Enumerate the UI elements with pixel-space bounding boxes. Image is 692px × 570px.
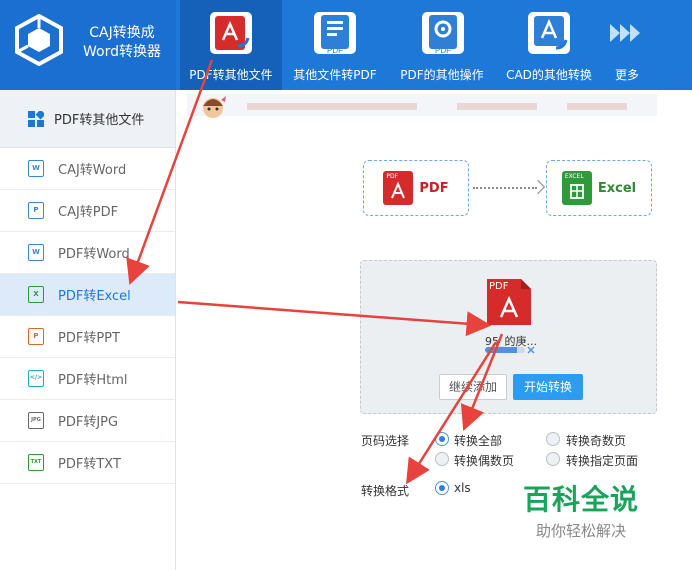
nav-label: PDF转其他文件	[189, 68, 273, 82]
radio-convert-even[interactable]	[435, 452, 449, 466]
nav-pdf-other-ops[interactable]: PDF PDF的其他操作	[388, 0, 496, 90]
radio-format-xls[interactable]	[435, 481, 449, 495]
word-file-icon: W	[28, 160, 44, 177]
sidebar-item-label: CAJ转Word	[58, 163, 127, 178]
sidebar-item-label: PDF转Word	[58, 247, 130, 262]
svg-text:PDF: PDF	[435, 46, 451, 55]
sidebar-item-pdf-to-html[interactable]: </> PDF转Html	[0, 358, 175, 400]
radio-convert-odd-label: 转换奇数页	[566, 434, 627, 448]
svg-text:PDF: PDF	[327, 46, 343, 55]
word-file-icon: W	[28, 244, 44, 261]
sidebar-item-label: PDF转TXT	[58, 457, 121, 472]
ppt-file-icon: P	[28, 328, 44, 345]
nav-label: 其他文件转PDF	[293, 68, 377, 82]
file-drop-zone[interactable]: PDF 95_的庚... 继续添加 开始转换	[360, 260, 657, 414]
page-select-label: 页码选择	[361, 434, 410, 448]
radio-format-xls-label: xls	[454, 481, 471, 495]
pdf-settings-icon: PDF	[422, 12, 464, 55]
sidebar: PDF转其他文件 W CAJ转Word P CAJ转PDF W PDF转Word…	[0, 90, 176, 570]
sidebar-item-pdf-to-txt[interactable]: TXT PDF转TXT	[0, 442, 175, 484]
sidebar-item-label: PDF转JPG	[58, 415, 119, 430]
convert-arrow	[473, 187, 537, 189]
file-type-tag: PDF	[489, 281, 509, 292]
arrow-right-icon	[530, 179, 546, 195]
app-title-line2: Word转换器	[83, 44, 161, 60]
html-file-icon: </>	[28, 370, 44, 387]
notice-text-blur	[247, 103, 417, 110]
txt-file-icon: TXT	[28, 454, 44, 471]
radio-convert-all-label: 转换全部	[454, 434, 503, 448]
file-progress-fill	[485, 347, 517, 353]
radio-convert-even-label: 转换偶数页	[454, 454, 515, 468]
nav-label: CAD的其他转换	[506, 68, 592, 82]
excel-icon: EXCEL	[561, 171, 592, 205]
baike-watermark: 百科全说 助你轻松解决	[516, 478, 646, 541]
notice-text-blur	[457, 103, 537, 110]
app-title: CAJ转换成 Word转换器	[72, 24, 172, 62]
sidebar-item-caj-to-pdf[interactable]: P CAJ转PDF	[0, 190, 175, 232]
sidebar-item-label: PDF转PPT	[58, 331, 120, 346]
more-arrows-icon	[610, 24, 640, 42]
nav-other-to-pdf[interactable]: PDF 其他文件转PDF	[282, 0, 388, 90]
sidebar-item-caj-to-word[interactable]: W CAJ转Word	[0, 148, 175, 190]
add-more-button[interactable]: 继续添加	[439, 374, 507, 400]
sidebar-item-pdf-to-jpg[interactable]: JPG PDF转JPG	[0, 400, 175, 442]
format-select-label: 转换格式	[361, 484, 410, 498]
nav-label: PDF的其他操作	[400, 68, 484, 82]
sidebar-item-label: PDF转Html	[58, 373, 128, 388]
app-title-line1: CAJ转换成	[89, 25, 155, 41]
nav-more[interactable]: 更多	[602, 0, 652, 90]
target-format-box: EXCEL Excel	[546, 160, 652, 216]
cad-convert-icon	[528, 12, 570, 54]
radio-convert-specified[interactable]	[546, 452, 560, 466]
brand: CAJ转换成 Word转换器	[0, 0, 176, 90]
nav-pdf-to-other[interactable]: PDF转其他文件	[180, 0, 282, 90]
excel-icon-tag: EXCEL	[564, 173, 584, 180]
sidebar-item-label: CAJ转PDF	[58, 205, 119, 220]
mascot-avatar-icon	[203, 96, 226, 118]
radio-convert-all[interactable]	[435, 432, 449, 446]
radio-convert-specified-label: 转换指定页面	[566, 454, 639, 468]
file-to-pdf-icon: PDF	[314, 12, 356, 55]
pdf-file-icon: P	[28, 202, 44, 219]
remove-file-icon[interactable]	[527, 346, 535, 354]
app-header: CAJ转换成 Word转换器 PDF转其他文件 PDF 其他文件转PDF PDF…	[0, 0, 692, 90]
sidebar-item-pdf-to-excel[interactable]: X PDF转Excel	[0, 274, 175, 316]
watermark-main-text: 百科全说	[522, 483, 639, 516]
nav-cad-convert[interactable]: CAD的其他转换	[496, 0, 602, 90]
pdf-icon-tag: PDF	[386, 173, 399, 180]
start-convert-button[interactable]: 开始转换	[513, 374, 583, 400]
watermark-sub-text: 助你轻松解决	[535, 522, 626, 540]
sidebar-item-pdf-to-ppt[interactable]: P PDF转PPT	[0, 316, 175, 358]
jpg-file-icon: JPG	[28, 412, 44, 429]
app-logo-icon	[15, 14, 63, 66]
grid-icon	[28, 110, 44, 127]
sidebar-header: PDF转其他文件	[0, 90, 175, 148]
source-format-label: PDF	[419, 180, 449, 196]
target-format-label: Excel	[597, 180, 637, 196]
notice-text-blur	[567, 103, 627, 110]
pdf-icon: PDF	[383, 171, 414, 205]
pdf-export-icon	[210, 12, 252, 54]
sidebar-item-label: PDF转Excel	[58, 289, 131, 304]
sidebar-item-pdf-to-word[interactable]: W PDF转Word	[0, 232, 175, 274]
source-format-box: PDF PDF	[363, 160, 469, 216]
file-progress-bar	[485, 347, 525, 353]
top-nav: PDF转其他文件 PDF 其他文件转PDF PDF PDF的其他操作 CAD的其…	[180, 0, 652, 90]
sidebar-header-label: PDF转其他文件	[54, 113, 145, 128]
nav-label: 更多	[614, 68, 639, 82]
status-strip	[187, 94, 657, 118]
radio-convert-odd[interactable]	[546, 432, 560, 446]
excel-file-icon: X	[28, 286, 44, 303]
